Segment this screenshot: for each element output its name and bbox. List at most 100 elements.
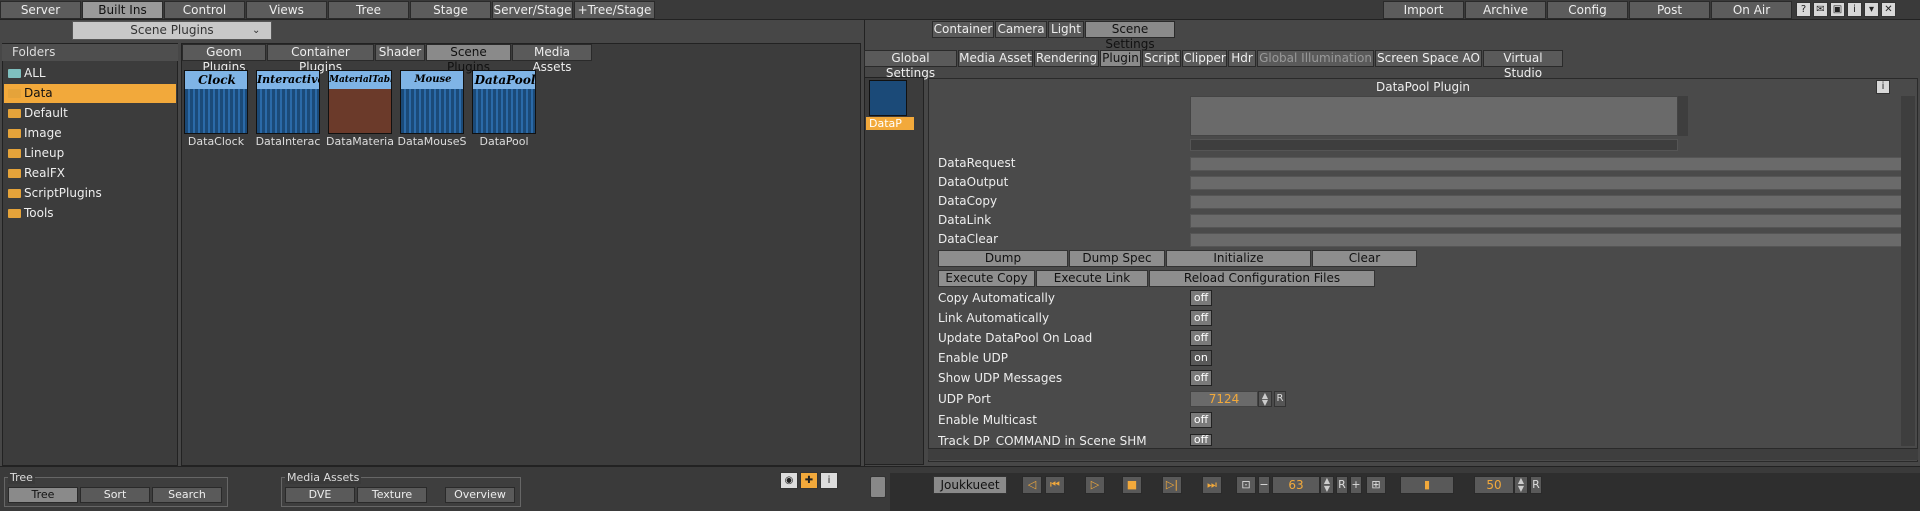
menu-control[interactable]: Control xyxy=(164,1,245,19)
enable-udp-toggle[interactable]: on xyxy=(1190,350,1212,366)
tab-scene-plugins[interactable]: Scene Plugins xyxy=(426,44,511,74)
screenshot-icon[interactable]: ◉ xyxy=(780,472,798,489)
director-button[interactable]: Joukkueet xyxy=(933,476,1007,494)
tree-button[interactable]: Tree xyxy=(8,487,78,503)
data-text-area[interactable] xyxy=(1190,96,1678,136)
menu-config[interactable]: Config xyxy=(1547,1,1628,19)
subtab-plugin[interactable]: Plugin xyxy=(1100,50,1141,67)
folder-tools[interactable]: Tools xyxy=(4,204,176,223)
menu-archive[interactable]: Archive xyxy=(1465,1,1546,19)
menu-server-stage[interactable]: Server/Stage xyxy=(492,1,573,19)
datacopy-field[interactable] xyxy=(1190,195,1902,209)
subtab-virtual-studio[interactable]: Virtual Studio xyxy=(1483,50,1563,80)
texture-button[interactable]: Texture xyxy=(357,487,427,503)
plugin-datamousesensor[interactable]: Mouse Sensor xyxy=(400,70,464,134)
reset-button[interactable]: R xyxy=(1274,391,1286,407)
tab-scene-settings[interactable]: Scene Settings xyxy=(1085,21,1175,51)
dataclear-field[interactable] xyxy=(1190,233,1902,247)
folder-all[interactable]: ALL xyxy=(4,64,176,83)
execute-copy-button[interactable]: Execute Copy xyxy=(938,270,1035,287)
subtab-media-asset[interactable]: Media Asset xyxy=(958,50,1033,67)
tab-camera[interactable]: Camera xyxy=(995,21,1047,38)
track-command-toggle[interactable]: off xyxy=(1190,434,1212,446)
panel-hscrollbar[interactable] xyxy=(928,448,1918,460)
list-item[interactable]: DataP xyxy=(866,117,914,130)
panel-vscrollbar[interactable] xyxy=(1901,96,1915,446)
dataoutput-field[interactable] xyxy=(1190,176,1902,190)
speed-field[interactable]: 50 xyxy=(1474,476,1514,494)
stop-icon[interactable]: ■ xyxy=(1122,476,1142,494)
subtab-hdr[interactable]: Hdr xyxy=(1228,50,1256,67)
snapshot-icon[interactable]: ⊡ xyxy=(1236,476,1256,494)
folder-scriptplugins[interactable]: ScriptPlugins xyxy=(4,184,176,203)
initialize-button[interactable]: Initialize xyxy=(1166,250,1311,267)
folder-realfx[interactable]: RealFX xyxy=(4,164,176,183)
loop-icon[interactable]: ⊞ xyxy=(1366,476,1386,494)
stepper-icon[interactable]: ▲ ▼ xyxy=(1514,476,1528,494)
subtab-script[interactable]: Script xyxy=(1142,50,1181,67)
plugin-datapool[interactable]: DataPool xyxy=(472,70,536,134)
textarea-scrollbar[interactable] xyxy=(1678,96,1688,136)
minus-icon[interactable]: − xyxy=(1258,476,1270,494)
minimize-icon[interactable]: ▾ xyxy=(1864,2,1879,17)
folder-lineup[interactable]: Lineup xyxy=(4,144,176,163)
reset-button[interactable]: R xyxy=(1336,476,1348,494)
chevron-down-icon[interactable]: ⌄ xyxy=(252,21,260,40)
show-udp-messages-toggle[interactable]: off xyxy=(1190,370,1212,386)
tab-container-plugins[interactable]: Container Plugins xyxy=(267,44,374,74)
frame-field[interactable]: 63 xyxy=(1272,476,1320,494)
dump-button[interactable]: Dump xyxy=(938,250,1068,267)
subtab-rendering[interactable]: Rendering xyxy=(1034,50,1099,67)
update-on-load-toggle[interactable]: off xyxy=(1190,330,1212,346)
folder-default[interactable]: Default xyxy=(4,104,176,123)
tab-container[interactable]: Container xyxy=(932,21,994,38)
step-forward-icon[interactable]: ▷| xyxy=(1162,476,1182,494)
textarea-hscrollbar[interactable] xyxy=(1190,139,1678,151)
menu-views[interactable]: Views xyxy=(246,1,327,19)
menu-import[interactable]: Import xyxy=(1383,1,1464,19)
subtab-clipper[interactable]: Clipper xyxy=(1182,50,1227,67)
go-end-icon[interactable]: ⏭ xyxy=(1202,476,1222,494)
folder-image[interactable]: Image xyxy=(4,124,176,143)
menu-built-ins[interactable]: Built Ins xyxy=(82,1,163,19)
trash-icon[interactable] xyxy=(870,476,886,498)
search-button[interactable]: Search xyxy=(152,487,222,503)
help-icon[interactable]: ? xyxy=(1796,2,1811,17)
folder-data[interactable]: Data xyxy=(4,84,176,103)
plugin-category-dropdown[interactable]: Scene Plugins xyxy=(72,21,272,40)
close-icon[interactable]: ✕ xyxy=(1881,2,1896,17)
dve-button[interactable]: DVE xyxy=(285,487,355,503)
execute-link-button[interactable]: Execute Link xyxy=(1036,270,1148,287)
menu-on-air[interactable]: On Air xyxy=(1711,1,1792,19)
plugin-datamaterialtable[interactable]: MaterialTable xyxy=(328,70,392,134)
datalink-field[interactable] xyxy=(1190,214,1902,228)
plugin-dataclock[interactable]: Clock xyxy=(184,70,248,134)
screen-icon[interactable]: ▣ xyxy=(1830,2,1845,17)
tab-shader[interactable]: Shader xyxy=(375,44,425,61)
tab-light[interactable]: Light xyxy=(1048,21,1084,38)
enable-multicast-toggle[interactable]: off xyxy=(1190,412,1212,428)
sort-button[interactable]: Sort xyxy=(80,487,150,503)
menu-stage[interactable]: Stage xyxy=(410,1,491,19)
plugin-datainteractive[interactable]: Interactive xyxy=(256,70,320,134)
menu-tree[interactable]: Tree xyxy=(328,1,409,19)
datapool-plugin-icon[interactable] xyxy=(869,80,907,116)
overview-button[interactable]: Overview xyxy=(445,487,515,503)
stepper-icon[interactable]: ▲ ▼ xyxy=(1258,391,1272,407)
info-icon[interactable]: i xyxy=(820,472,838,489)
reset-button[interactable]: R xyxy=(1530,476,1542,494)
grid-icon[interactable]: ✚ xyxy=(800,472,818,489)
subtab-global-settings[interactable]: Global Settings xyxy=(864,50,957,80)
link-automatically-toggle[interactable]: off xyxy=(1190,310,1212,326)
info-icon[interactable]: i xyxy=(1876,80,1890,94)
menu-post[interactable]: Post xyxy=(1629,1,1710,19)
clear-button[interactable]: Clear xyxy=(1312,250,1417,267)
datarequest-field[interactable] xyxy=(1190,157,1902,171)
subtab-screen-space-ao[interactable]: Screen Space AO xyxy=(1375,50,1482,67)
copy-automatically-toggle[interactable]: off xyxy=(1190,290,1212,306)
dump-spec-button[interactable]: Dump Spec xyxy=(1069,250,1165,267)
udp-port-input[interactable]: 7124 xyxy=(1190,391,1258,407)
info-icon[interactable]: i xyxy=(1847,2,1862,17)
plus-icon[interactable]: + xyxy=(1350,476,1362,494)
mail-icon[interactable]: ✉ xyxy=(1813,2,1828,17)
